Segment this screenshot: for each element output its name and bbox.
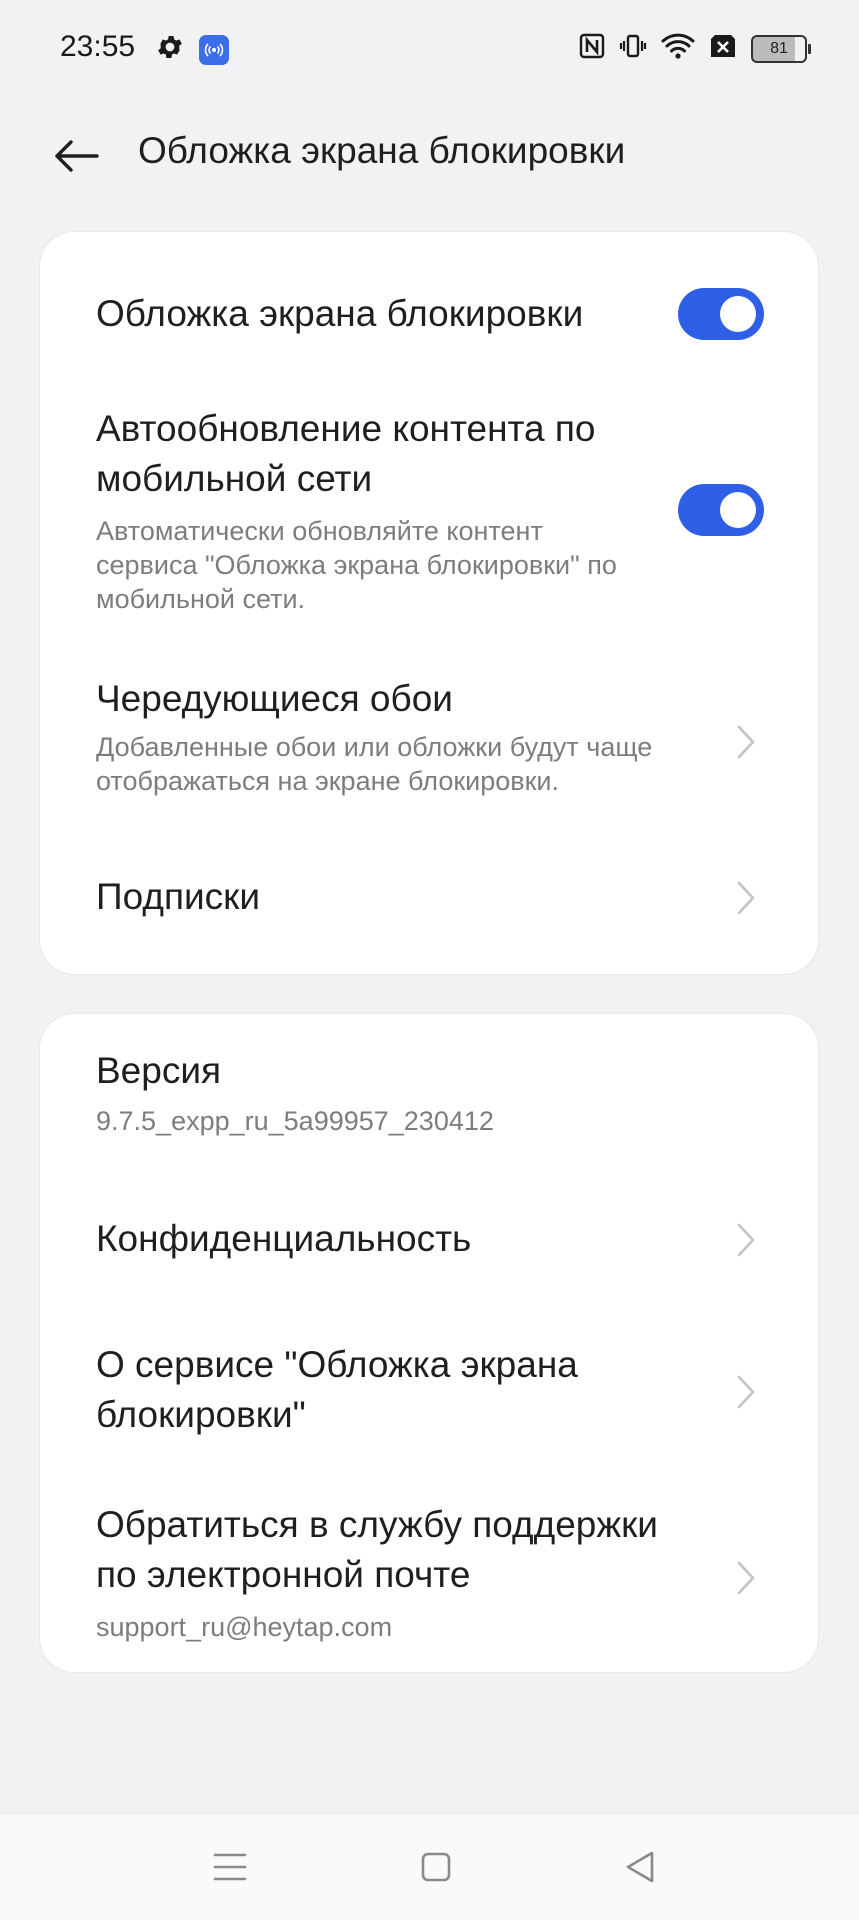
about-title-line2: блокировки"	[96, 1394, 306, 1435]
battery-level: 81	[770, 39, 788, 57]
back-button[interactable]	[46, 128, 106, 188]
auto-update-sub-line1: Автоматически обновляйте контент	[96, 516, 543, 546]
system-navigation-bar	[0, 1815, 859, 1920]
subscriptions-row[interactable]: Подписки	[96, 872, 764, 932]
settings-gear-icon	[155, 32, 185, 67]
arrow-left-icon	[53, 139, 99, 178]
chevron-right-icon	[734, 722, 758, 762]
support-title-line2: по электронной почте	[96, 1554, 471, 1595]
chevron-right-icon	[734, 1558, 758, 1598]
privacy-row[interactable]: Конфиденциальность	[96, 1214, 764, 1274]
version-title: Версия	[96, 1050, 222, 1091]
recent-apps-button[interactable]	[208, 1847, 252, 1891]
page-title: Обложка экрана блокировки	[138, 130, 626, 171]
lockscreen-cover-row[interactable]: Обложка экрана блокировки	[96, 274, 764, 354]
battery-icon: 81	[751, 34, 811, 63]
support-email[interactable]: support_ru@heytap.com	[96, 1610, 764, 1644]
auto-update-sub-line3: мобильной сети.	[96, 584, 306, 614]
wifi-icon	[661, 32, 695, 65]
lockscreen-cover-toggle[interactable]	[678, 288, 764, 340]
auto-update-row[interactable]: Автообновление контента по мобильной сет…	[96, 404, 764, 614]
chevron-right-icon	[734, 878, 758, 918]
version-value: 9.7.5_expp_ru_5a99957_230412	[96, 1106, 494, 1136]
no-sim-icon	[709, 33, 737, 64]
support-email-row[interactable]: Обратиться в службу поддержки по электро…	[96, 1500, 764, 1650]
rotating-wallpapers-row[interactable]: Чередующиеся обои Добавленные обои или о…	[96, 674, 764, 796]
rotating-wallpapers-title: Чередующиеся обои	[96, 678, 453, 719]
about-service-row[interactable]: О сервисе "Обложка экрана блокировки"	[96, 1340, 764, 1450]
about-title-line1: О сервисе "Обложка экрана	[96, 1344, 578, 1385]
app-header: Обложка экрана блокировки	[0, 110, 859, 200]
home-square-icon	[420, 1851, 452, 1888]
back-nav-button[interactable]	[618, 1847, 662, 1891]
nfc-icon	[579, 33, 605, 64]
settings-card-info: Версия 9.7.5_expp_ru_5a99957_230412 Конф…	[40, 1014, 818, 1672]
support-title-line1: Обратиться в службу поддержки	[96, 1504, 658, 1545]
settings-card-main: Обложка экрана блокировки Автообновление…	[40, 232, 818, 974]
status-bar: 23:55 81	[0, 0, 859, 100]
back-triangle-icon	[624, 1850, 656, 1889]
auto-update-title-line1: Автообновление контента по	[96, 408, 596, 449]
rotating-wallpapers-sub-line1: Добавленные обои или обложки будут чаще	[96, 732, 653, 762]
menu-icon	[213, 1851, 247, 1888]
hotspot-icon	[199, 34, 229, 65]
home-button[interactable]	[414, 1847, 458, 1891]
version-row: Версия 9.7.5_expp_ru_5a99957_230412	[96, 1046, 764, 1146]
chevron-right-icon	[734, 1220, 758, 1260]
auto-update-sub-line2: сервиса "Обложка экрана блокировки" по	[96, 550, 617, 580]
privacy-title: Конфиденциальность	[96, 1218, 472, 1259]
subscriptions-title: Подписки	[96, 876, 261, 917]
chevron-right-icon	[734, 1372, 758, 1412]
status-time: 23:55	[60, 30, 136, 63]
rotating-wallpapers-sub-line2: отображаться на экране блокировки.	[96, 766, 560, 796]
vibrate-icon	[619, 32, 647, 65]
auto-update-title-line2: мобильной сети	[96, 458, 373, 499]
auto-update-toggle[interactable]	[678, 484, 764, 536]
lockscreen-cover-label: Обложка экрана блокировки	[96, 293, 584, 334]
